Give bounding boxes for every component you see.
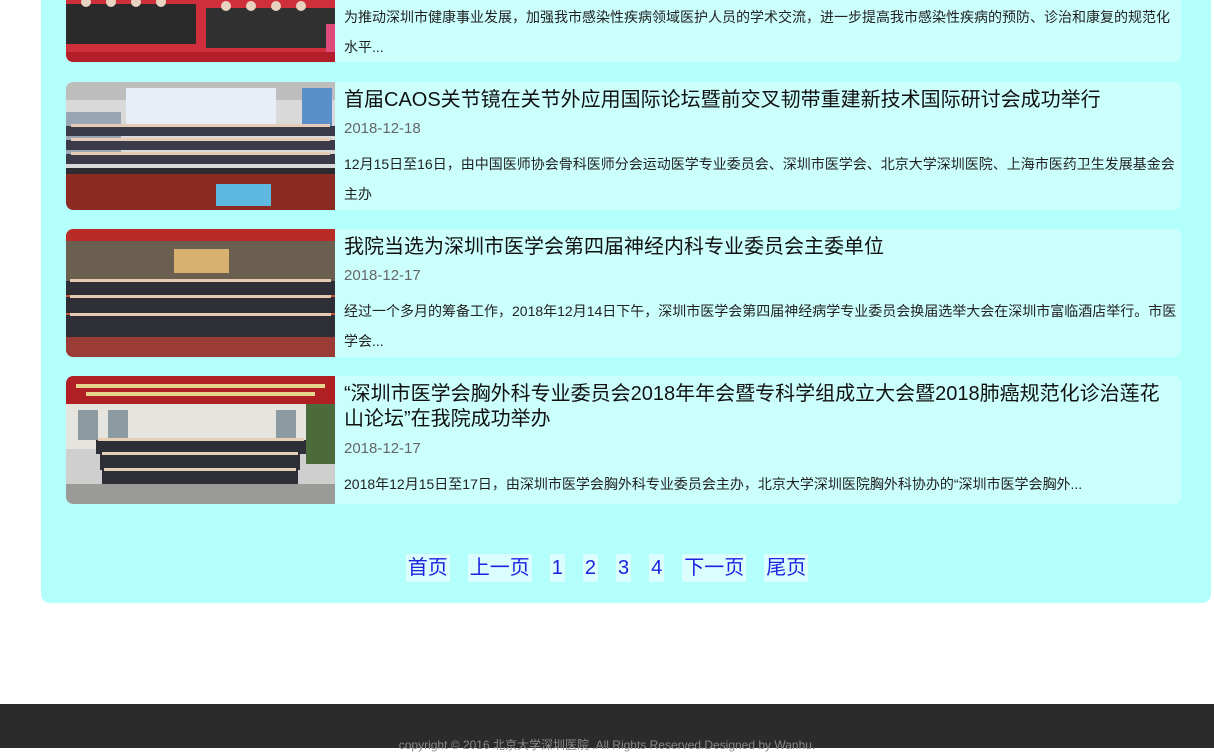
news-summary: 12月15日至16日，由中国医师协会骨科医师分会运动医学专业委员会、深圳市医学会… [344, 156, 1175, 202]
prev-page-link[interactable]: 上一页 [467, 554, 532, 582]
last-page-link[interactable]: 尾页 [764, 554, 809, 582]
news-item[interactable]: 首届CAOS关节镜在关节外应用国际论坛暨前交叉韧带重建新技术国际研讨会成功举行 … [66, 82, 1181, 210]
news-summary: 2018年12月15日至17日，由深圳市医学会胸外科专业委员会主办，北京大学深圳… [344, 476, 1083, 492]
news-item[interactable]: “深圳市医学会胸外科专业委员会2018年年会暨专科学组成立大会暨2018肺癌规范… [66, 376, 1181, 504]
news-title[interactable]: 首届CAOS关节镜在关节外应用国际论坛暨前交叉韧带重建新技术国际研讨会成功举行 [344, 88, 1179, 113]
page-1-link[interactable]: 1 [549, 554, 565, 582]
page-3-link[interactable]: 3 [616, 554, 632, 582]
news-thumbnail[interactable] [66, 229, 335, 357]
news-title[interactable]: 我院当选为深圳市医学会第四届神经内科专业委员会主委单位 [344, 235, 1179, 260]
pagination: 首页 上一页 1 2 3 4 下一页 尾页 [0, 554, 1214, 584]
copyright-text: copyright © 2016 北京大学深圳医院 .All Rights Re… [398, 738, 816, 752]
news-summary: 为推动深圳市健康事业发展，加强我市感染性疾病领域医护人员的学术交流，进一步提高我… [344, 9, 1170, 55]
first-page-link[interactable]: 首页 [405, 554, 450, 582]
news-item[interactable]: 为推动深圳市健康事业发展，加强我市感染性疾病领域医护人员的学术交流，进一步提高我… [66, 0, 1181, 62]
news-date: 2018-12-17 [344, 267, 421, 284]
news-thumbnail[interactable] [66, 376, 335, 504]
next-page-link[interactable]: 下一页 [682, 554, 747, 582]
news-item[interactable]: 我院当选为深圳市医学会第四届神经内科专业委员会主委单位 2018-12-17 经… [66, 229, 1181, 357]
news-date: 2018-12-17 [344, 440, 421, 457]
page-2-link[interactable]: 2 [582, 554, 598, 582]
page-4-link[interactable]: 4 [649, 554, 665, 582]
site-footer: copyright © 2016 北京大学深圳医院 .All Rights Re… [0, 704, 1214, 752]
news-thumbnail[interactable] [66, 0, 335, 62]
news-thumbnail[interactable] [66, 82, 335, 210]
news-title[interactable]: “深圳市医学会胸外科专业委员会2018年年会暨专科学组成立大会暨2018肺癌规范… [344, 382, 1179, 432]
news-date: 2018-12-18 [344, 120, 421, 137]
news-summary: 经过一个多月的筹备工作，2018年12月14日下午，深圳市医学会第四届神经病学专… [344, 303, 1177, 349]
